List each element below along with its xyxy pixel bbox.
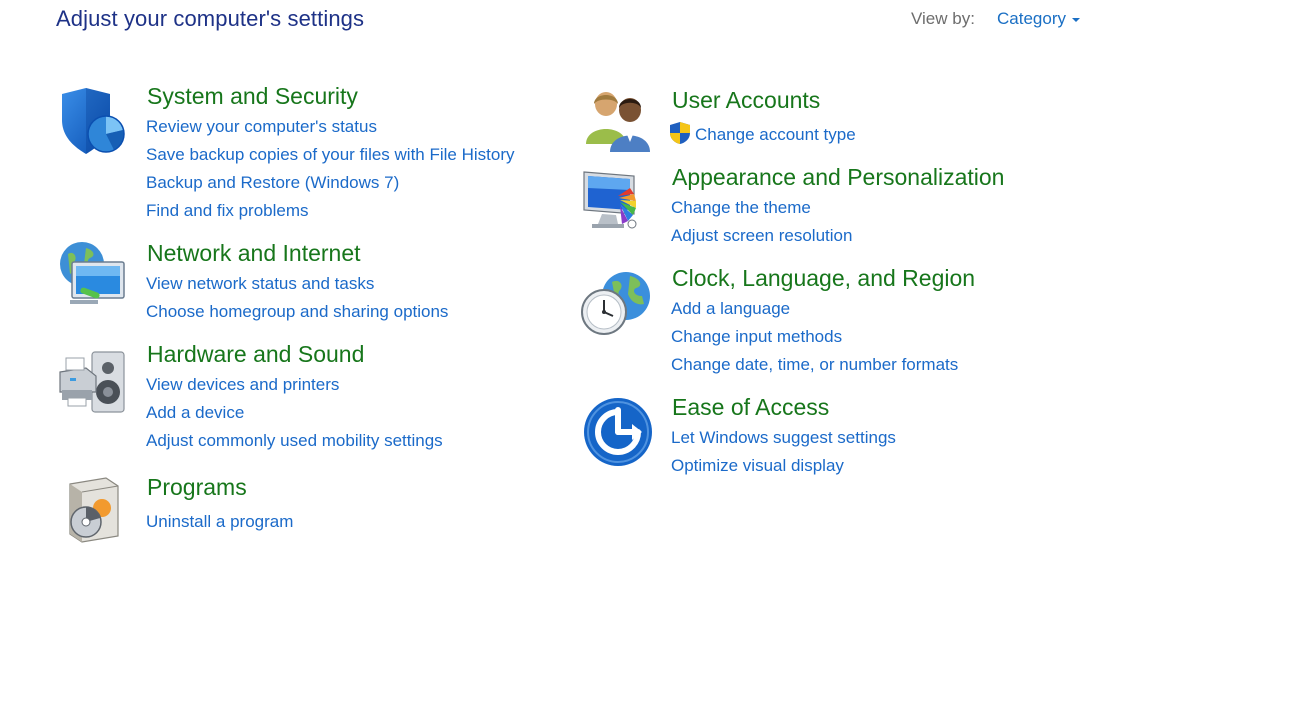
category-title-ease-of-access[interactable]: Ease of Access	[672, 394, 829, 421]
view-by-dropdown[interactable]: Category	[997, 9, 1080, 29]
link-input-methods[interactable]: Change input methods	[671, 327, 842, 347]
link-homegroup-sharing[interactable]: Choose homegroup and sharing options	[146, 302, 448, 322]
link-change-theme[interactable]: Change the theme	[671, 198, 811, 218]
link-find-fix-problems[interactable]: Find and fix problems	[146, 201, 309, 221]
printer-speaker-icon[interactable]	[56, 346, 128, 418]
programs-disc-icon[interactable]	[56, 474, 128, 546]
link-add-language[interactable]: Add a language	[671, 299, 790, 319]
view-by-value: Category	[997, 9, 1066, 28]
link-file-history[interactable]: Save backup copies of your files with Fi…	[146, 145, 515, 165]
category-title-system-and-security[interactable]: System and Security	[147, 83, 358, 110]
clock-globe-icon[interactable]	[580, 268, 652, 340]
link-devices-printers[interactable]: View devices and printers	[146, 375, 339, 395]
category-title-hardware-and-sound[interactable]: Hardware and Sound	[147, 341, 364, 368]
link-date-time-formats[interactable]: Change date, time, or number formats	[671, 355, 958, 375]
users-icon[interactable]	[584, 86, 656, 158]
link-suggest-settings[interactable]: Let Windows suggest settings	[671, 428, 896, 448]
admin-shield-icon	[670, 122, 690, 144]
category-title-clock[interactable]: Clock, Language, and Region	[672, 265, 975, 292]
security-shield-icon[interactable]	[56, 86, 128, 158]
link-add-device[interactable]: Add a device	[146, 403, 244, 423]
page-title: Adjust your computer's settings	[56, 6, 365, 31]
category-title-programs[interactable]: Programs	[147, 474, 247, 501]
link-optimize-display[interactable]: Optimize visual display	[671, 456, 844, 476]
chevron-down-icon	[1071, 18, 1080, 22]
link-change-account-type[interactable]: Change account type	[695, 125, 856, 145]
ease-of-access-icon[interactable]	[582, 396, 654, 468]
category-title-network-and-internet[interactable]: Network and Internet	[147, 240, 361, 267]
category-title-appearance[interactable]: Appearance and Personalization	[672, 164, 1004, 191]
link-network-status[interactable]: View network status and tasks	[146, 274, 374, 294]
link-review-status[interactable]: Review your computer's status	[146, 117, 377, 137]
link-uninstall-program[interactable]: Uninstall a program	[146, 512, 293, 532]
category-title-user-accounts[interactable]: User Accounts	[672, 87, 820, 114]
network-globe-icon[interactable]	[56, 240, 128, 312]
link-screen-resolution[interactable]: Adjust screen resolution	[671, 226, 852, 246]
link-mobility-settings[interactable]: Adjust commonly used mobility settings	[146, 431, 443, 451]
link-backup-restore[interactable]: Backup and Restore (Windows 7)	[146, 173, 399, 193]
view-by-label: View by:	[911, 9, 975, 28]
monitor-palette-icon[interactable]	[582, 166, 654, 238]
